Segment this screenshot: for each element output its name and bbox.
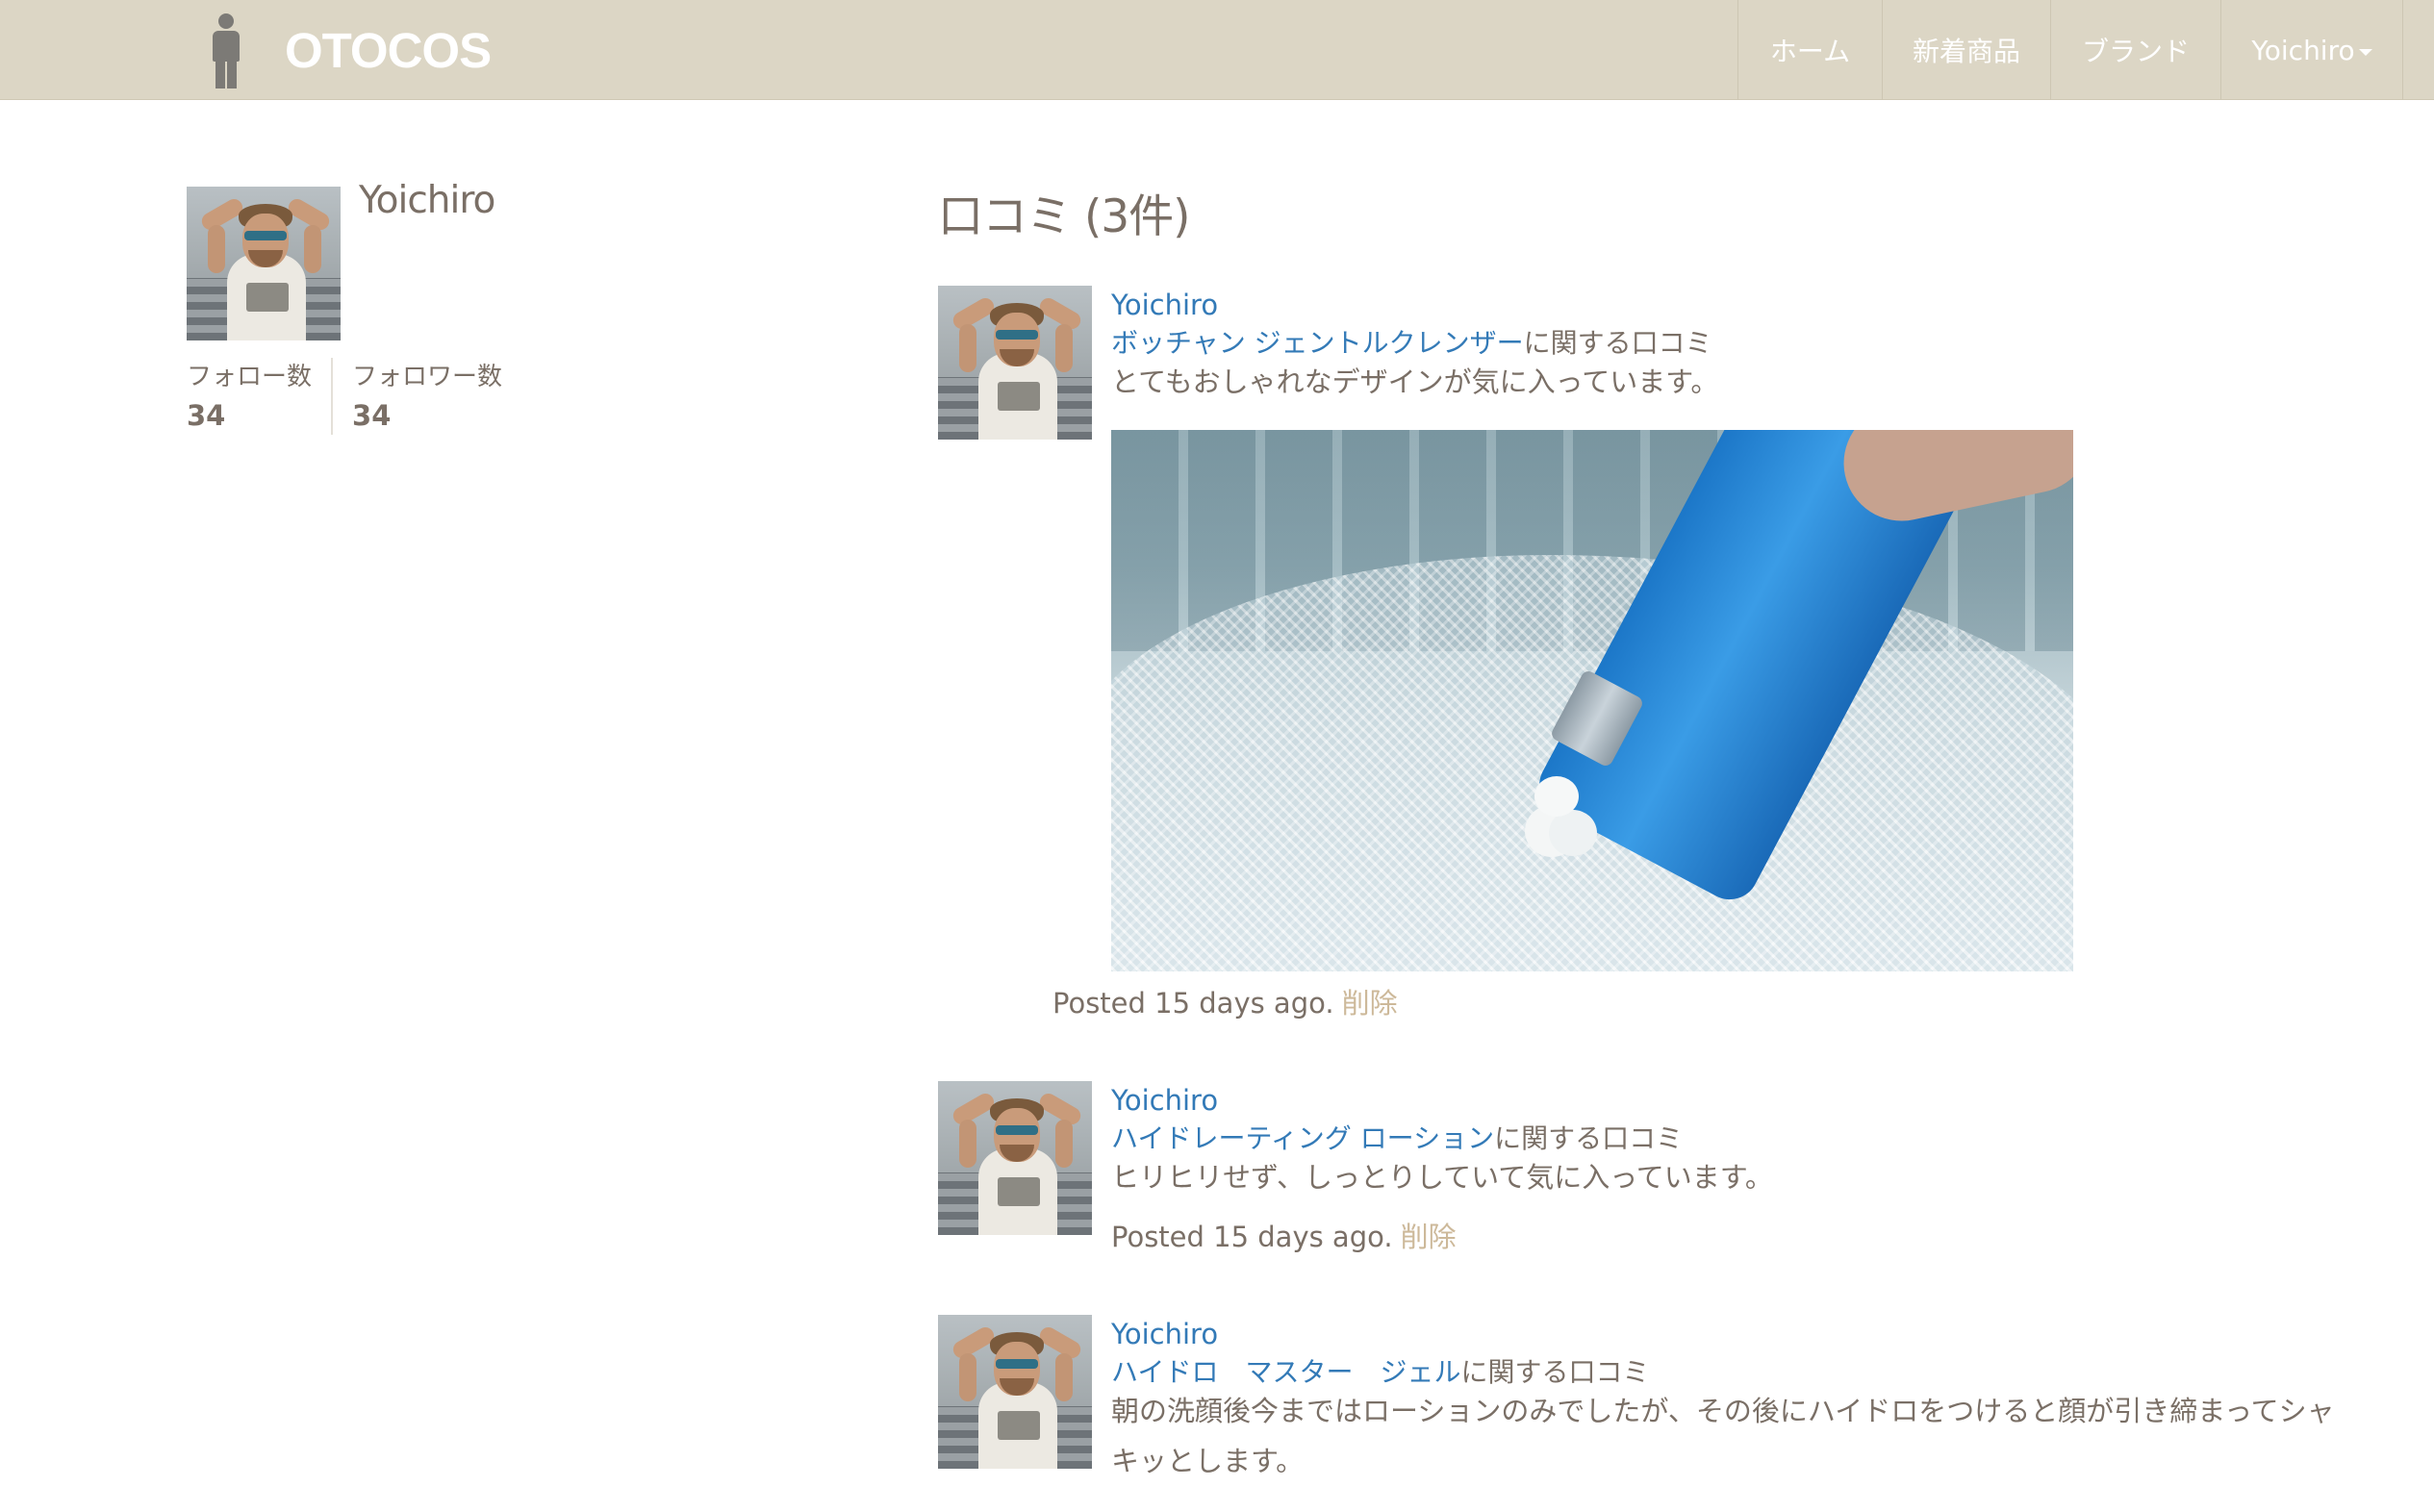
nav-item-brands[interactable]: ブランド <box>2050 0 2220 100</box>
review-product-link[interactable]: ボッチャン ジェントルクレンザー <box>1111 327 1524 359</box>
profile-name: Yoichiro <box>359 179 495 222</box>
review-avatar[interactable] <box>938 1081 1092 1235</box>
nav-menu: ホーム 新着商品 ブランド Yoichiro <box>1737 0 2403 100</box>
profile-stats: フォロー数 34 フォロワー数 34 <box>187 358 521 435</box>
nav-item-new-products[interactable]: 新着商品 <box>1882 0 2050 100</box>
review-product-suffix: に関する口コミ <box>1523 327 1712 359</box>
following-count: 34 <box>187 399 226 432</box>
review-text: とてもおしゃれなデザインが気に入っています。 <box>1111 365 1719 398</box>
brand-link[interactable]: OTOCOS <box>202 0 492 100</box>
user-menu-label: Yoichiro <box>2251 34 2355 66</box>
review-avatar[interactable] <box>938 1315 1092 1469</box>
reviews-title: 口コミ (3件) <box>938 190 1191 243</box>
followers-count: 34 <box>352 399 392 432</box>
review-meta: Posted 15 days ago. 削除 <box>1052 984 1398 1022</box>
following-stat[interactable]: フォロー数 34 <box>187 358 331 435</box>
review-text: 朝の洗顔後今まではローションのみでしたが、その後にハイドロをつけると顔が引き締ま… <box>1111 1395 2335 1477</box>
review-product-link[interactable]: ハイドレーティング ローション <box>1111 1122 1494 1154</box>
review-item: Yoichiro ハイドレーティング ローションに関する口コミ ヒリヒリせず、し… <box>938 1081 2362 1273</box>
review-user-link[interactable]: Yoichiro <box>1111 286 1218 324</box>
review-avatar[interactable] <box>938 286 1092 440</box>
review-user-link[interactable]: Yoichiro <box>1111 1315 1218 1353</box>
followers-stat[interactable]: フォロワー数 34 <box>331 358 521 435</box>
profile-avatar <box>187 187 341 340</box>
navbar: OTOCOS ホーム 新着商品 ブランド Yoichiro <box>0 0 2434 100</box>
review-photo <box>1111 430 2073 971</box>
review-item: Yoichiro ハイドロ マスター ジェルに関する口コミ 朝の洗顔後今まではロ… <box>938 1315 2362 1512</box>
nav-item-user-menu[interactable]: Yoichiro <box>2220 0 2403 100</box>
review-user-link[interactable]: Yoichiro <box>1111 1081 1218 1120</box>
person-icon <box>202 12 250 88</box>
following-label: フォロー数 <box>187 363 313 391</box>
review-product-suffix: に関する口コミ <box>1460 1356 1650 1388</box>
review-text: ヒリヒリせず、しっとりしていて気に入っています。 <box>1111 1161 1773 1194</box>
review-item: Yoichiro ボッチャン ジェントルクレンザーに関する口コミ とてもおしゃれ… <box>938 286 2362 1036</box>
brand-name: OTOCOS <box>285 22 492 78</box>
review-product-suffix: に関する口コミ <box>1494 1122 1684 1154</box>
review-posted-time: Posted 15 days ago. <box>1052 987 1334 1020</box>
review-delete-link[interactable]: 削除 <box>1401 1221 1457 1253</box>
caret-down-icon <box>2358 48 2372 56</box>
review-product-link[interactable]: ハイドロ マスター ジェル <box>1111 1356 1460 1388</box>
review-meta: Posted 15 days ago. 削除 <box>1111 1218 1457 1256</box>
nav-item-home[interactable]: ホーム <box>1737 0 1882 100</box>
review-delete-link[interactable]: 削除 <box>1342 987 1398 1020</box>
followers-label: フォロワー数 <box>352 363 503 391</box>
review-posted-time: Posted 15 days ago. <box>1111 1221 1393 1253</box>
